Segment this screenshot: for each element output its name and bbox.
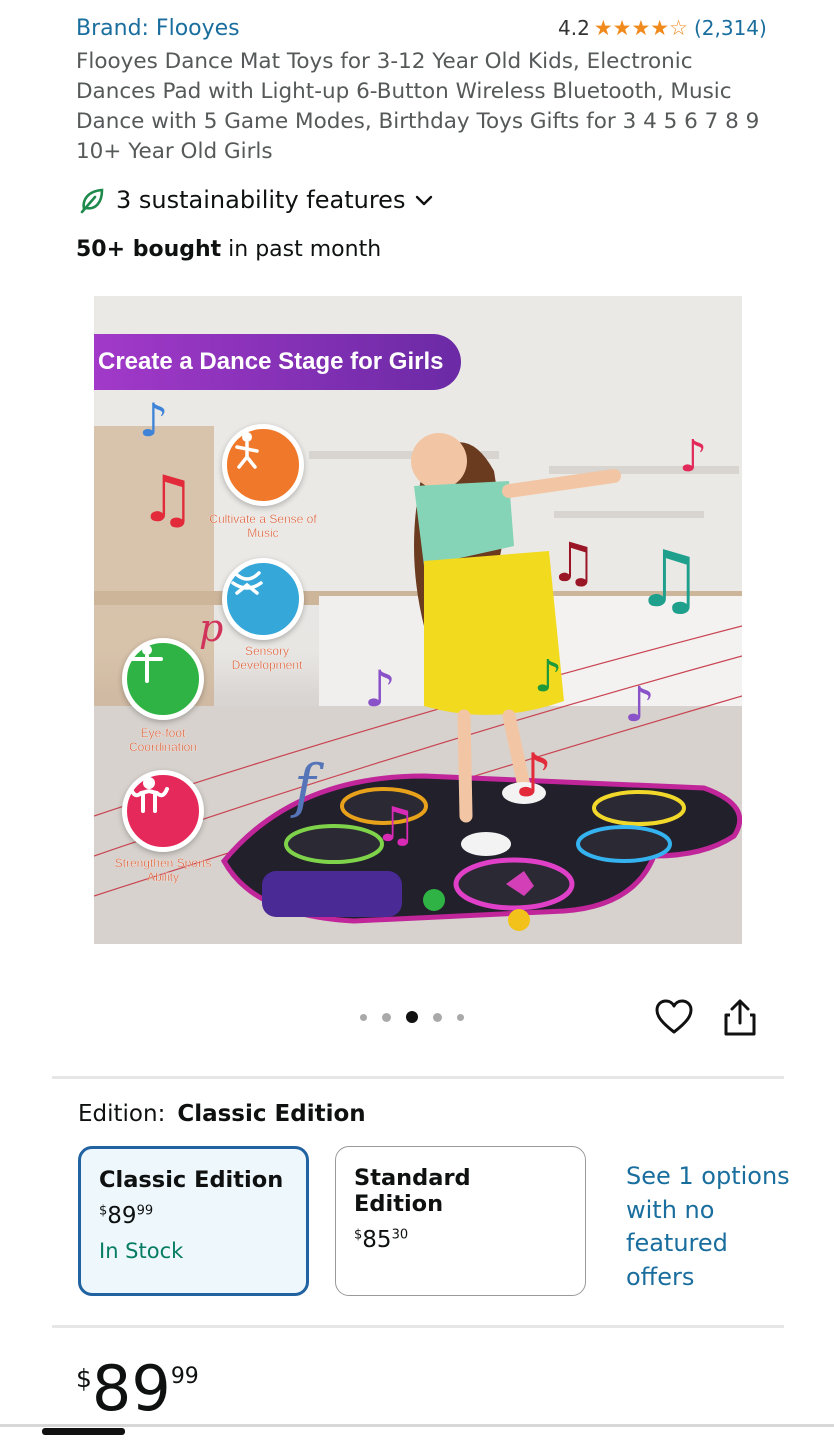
svg-text:♫: ♫ <box>634 535 704 625</box>
leaf-icon <box>80 188 104 214</box>
edition-label: Edition: <box>78 1101 166 1127</box>
option-stock: In Stock <box>99 1239 184 1263</box>
option-name: Classic Edition <box>99 1167 284 1193</box>
badge-coordination-icon <box>122 638 204 720</box>
badge-music-label: Cultivate a Sense of Music <box>209 512 317 540</box>
svg-text:♪: ♪ <box>534 651 562 702</box>
badge-sports-label: Strengthen Sports Ability <box>114 856 212 884</box>
share-icon[interactable] <box>722 999 758 1037</box>
product-image[interactable]: ♫ ♪ ♫ ♫ ♪ ♪ ♪ f p ♪ ♫ ♪ Create a Dance S… <box>94 296 742 944</box>
badge-sensory-label: Sensory Development <box>231 644 303 672</box>
price-currency: $ <box>76 1364 92 1393</box>
edition-option-classic[interactable]: Classic Edition $8999 In Stock <box>78 1146 309 1296</box>
carousel-indicator[interactable] <box>360 1011 464 1023</box>
svg-text:♪: ♪ <box>364 660 396 718</box>
carousel-dot[interactable] <box>360 1013 367 1021</box>
product-title: Flooyes Dance Mat Toys for 3-12 Year Old… <box>76 49 760 164</box>
price-whole: 89 <box>91 1352 171 1425</box>
carousel-dot[interactable] <box>457 1013 464 1021</box>
star-icon: ★ <box>593 15 613 40</box>
sustainability-toggle[interactable]: 3 sustainability features <box>78 186 435 214</box>
heart-icon[interactable] <box>655 999 693 1035</box>
carousel-dot[interactable] <box>433 1012 442 1022</box>
svg-text:♫: ♫ <box>139 463 196 537</box>
hero-banner: Create a Dance Stage for Girls <box>94 334 461 390</box>
option-price-whole: 89 <box>107 1203 137 1229</box>
carousel-dot-active[interactable] <box>406 1011 418 1023</box>
see-options-link[interactable]: See 1 options with no featured offers <box>626 1160 796 1294</box>
edition-selected: Classic Edition <box>177 1101 366 1127</box>
price-fraction: 99 <box>170 1364 199 1389</box>
brand-link[interactable]: Brand: Flooyes <box>76 16 240 41</box>
svg-text:♪: ♪ <box>624 677 655 733</box>
svg-text:♫: ♫ <box>549 531 597 594</box>
product-photo: ♫ ♪ ♫ ♫ ♪ ♪ ♪ f p ♪ ♫ ♪ <box>94 296 742 944</box>
chevron-down-icon <box>416 195 433 206</box>
option-price: $8999 <box>99 1203 288 1229</box>
badge-sports-icon <box>122 770 204 852</box>
svg-text:♪: ♪ <box>514 741 552 811</box>
rating-stars: ★ ★ ★ ★ ☆ <box>593 15 688 40</box>
bottom-border <box>0 1424 834 1427</box>
bought-count-rest: in past month <box>221 237 382 262</box>
carousel-dot[interactable] <box>382 1012 391 1022</box>
section-divider <box>52 1076 784 1079</box>
edition-option-standard[interactable]: Standard Edition $8530 <box>335 1146 586 1296</box>
option-price-whole: 85 <box>362 1227 392 1253</box>
rating-count-link[interactable]: (2,314) <box>694 16 767 40</box>
svg-text:♫: ♫ <box>374 797 417 853</box>
home-indicator <box>42 1428 125 1435</box>
badge-sensory-icon <box>222 558 304 640</box>
bought-count-bold: 50+ bought <box>76 237 222 262</box>
star-icon: ★ <box>612 15 632 40</box>
option-name: Standard Edition <box>354 1165 471 1217</box>
sustainability-label: 3 sustainability features <box>116 186 406 214</box>
option-price-fraction: 99 <box>136 1203 154 1219</box>
star-icon: ★ <box>631 15 651 40</box>
option-price: $8530 <box>354 1227 567 1253</box>
badge-music-icon <box>222 424 304 506</box>
option-price-fraction: 30 <box>391 1227 409 1243</box>
rating-summary[interactable]: 4.2 ★ ★ ★ ★ ☆ (2,314) <box>558 16 767 40</box>
price-display: $ 89 99 <box>76 1356 199 1422</box>
badge-coordination-label: Eye-foot Coordination <box>128 726 198 754</box>
rating-value: 4.2 <box>558 16 590 40</box>
edition-header: Edition: Classic Edition <box>78 1101 366 1127</box>
svg-text:♪: ♪ <box>139 393 168 447</box>
bought-count: 50+ bought in past month <box>76 237 381 262</box>
star-outline-icon: ☆ <box>669 15 688 40</box>
star-icon: ★ <box>650 15 670 40</box>
section-divider <box>52 1325 784 1328</box>
svg-text:♪: ♪ <box>679 431 707 482</box>
